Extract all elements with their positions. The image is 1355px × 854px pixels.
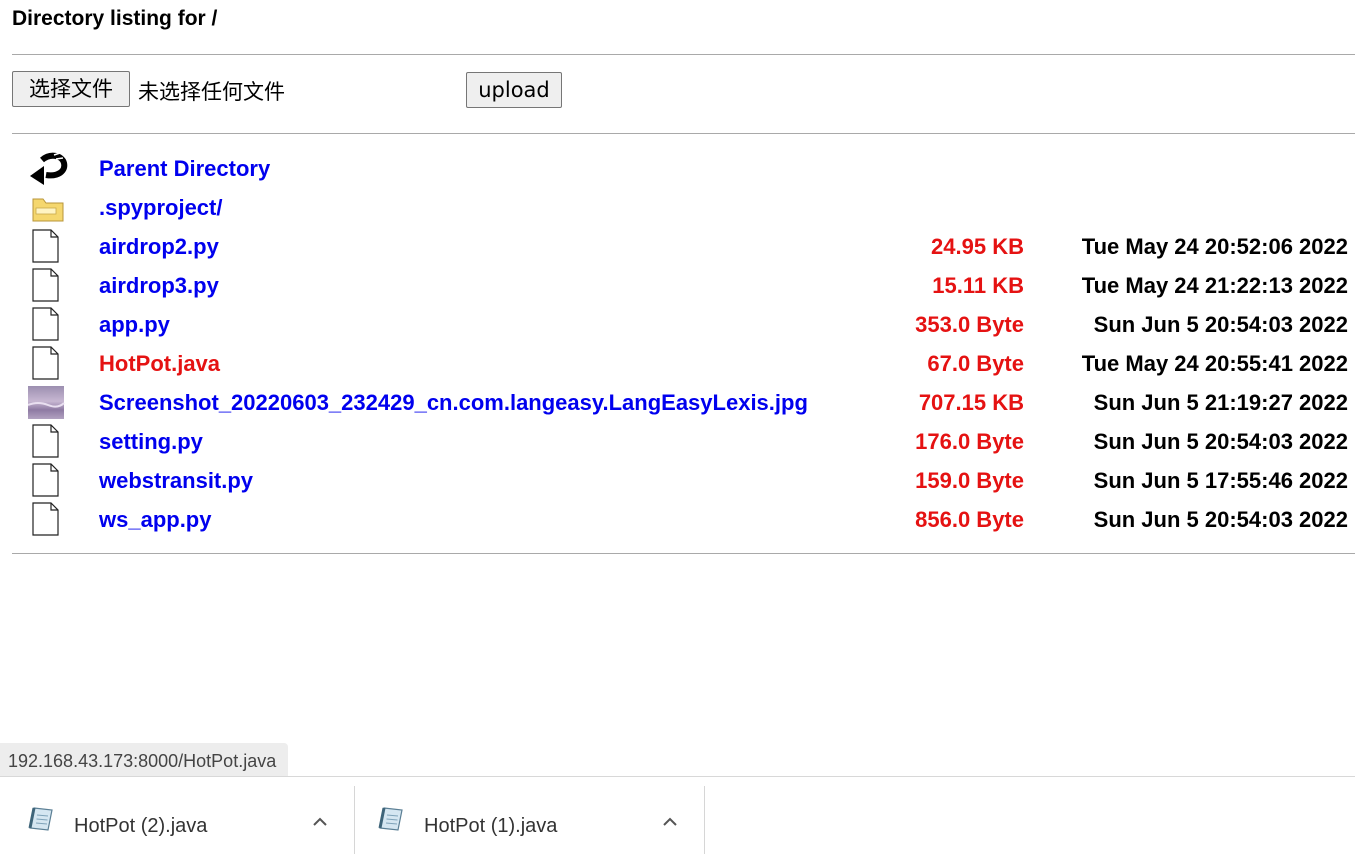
chevron-up-icon[interactable]: [656, 810, 684, 834]
list-item-file: ws_app.py 856.0 Byte Sun Jun 5 20:54:03 …: [12, 500, 1355, 539]
file-icon[interactable]: [28, 346, 68, 380]
download-item[interactable]: HotPot (2).java: [0, 786, 349, 852]
file-size: 176.0 Byte: [915, 429, 1024, 454]
file-icon[interactable]: [28, 229, 68, 263]
file-date: Tue May 24 21:22:13 2022: [1081, 273, 1348, 298]
file-icon[interactable]: [28, 463, 68, 497]
back-arrow-icon[interactable]: [28, 151, 68, 185]
file-size: 856.0 Byte: [915, 507, 1024, 532]
file-date: Sun Jun 5 17:55:46 2022: [1093, 468, 1348, 493]
file-icon[interactable]: [28, 424, 68, 458]
list-item-file: airdrop3.py 15.11 KB Tue May 24 21:22:13…: [12, 266, 1355, 305]
list-item-file: setting.py 176.0 Byte Sun Jun 5 20:54:03…: [12, 422, 1355, 461]
file-date: Tue May 24 20:55:41 2022: [1081, 351, 1348, 376]
file-icon[interactable]: [28, 268, 68, 302]
row-link[interactable]: Screenshot_20220603_232429_cn.com.langea…: [99, 390, 808, 416]
row-link[interactable]: app.py: [99, 312, 170, 338]
file-size: 707.15 KB: [918, 390, 1024, 415]
row-link[interactable]: .spyproject/: [99, 195, 222, 221]
file-date: Sun Jun 5 21:19:27 2022: [1093, 390, 1348, 415]
download-filename: HotPot (2).java: [74, 815, 208, 837]
row-link[interactable]: Parent Directory: [99, 156, 270, 182]
bottom-divider: [12, 553, 1355, 554]
row-link[interactable]: ws_app.py: [99, 507, 211, 533]
file-size: 159.0 Byte: [915, 468, 1024, 493]
list-item-file: HotPot.java 67.0 Byte Tue May 24 20:55:4…: [12, 344, 1355, 383]
download-item[interactable]: HotPot (1).java: [350, 786, 699, 852]
java-file-icon: [28, 807, 53, 831]
status-bar-url: 192.168.43.173:8000/HotPot.java: [0, 743, 289, 776]
list-item-parent-directory: Parent Directory: [12, 149, 1355, 188]
chevron-up-icon[interactable]: [306, 810, 334, 834]
list-item-image: Screenshot_20220603_232429_cn.com.langea…: [12, 383, 1355, 422]
page-title: Directory listing for /: [12, 7, 218, 30]
list-item-file: app.py 353.0 Byte Sun Jun 5 20:54:03 202…: [12, 305, 1355, 344]
row-link[interactable]: airdrop3.py: [99, 273, 219, 299]
folder-icon[interactable]: [28, 190, 68, 224]
upload-button[interactable]: upload: [466, 72, 562, 108]
file-date: Sun Jun 5 20:54:03 2022: [1093, 312, 1348, 337]
top-divider: [12, 54, 1355, 55]
file-icon[interactable]: [28, 502, 68, 536]
download-divider: [704, 786, 705, 854]
file-date: Sun Jun 5 20:54:03 2022: [1093, 429, 1348, 454]
download-filename: HotPot (1).java: [424, 815, 558, 837]
file-icon[interactable]: [28, 307, 68, 341]
file-date: Sun Jun 5 20:54:03 2022: [1093, 507, 1348, 532]
row-link[interactable]: webstransit.py: [99, 468, 253, 494]
image-thumbnail-icon[interactable]: [28, 385, 68, 419]
download-shelf: HotPot (2).java HotPot (1).java: [0, 776, 1355, 854]
file-date: Tue May 24 20:52:06 2022: [1081, 234, 1348, 259]
row-link[interactable]: setting.py: [99, 429, 203, 455]
file-size: 15.11 KB: [932, 273, 1024, 298]
file-size: 24.95 KB: [931, 234, 1024, 259]
form-divider: [12, 133, 1355, 134]
file-size: 353.0 Byte: [915, 312, 1024, 337]
row-link[interactable]: airdrop2.py: [99, 234, 219, 260]
list-item-folder: .spyproject/: [12, 188, 1355, 227]
file-size: 67.0 Byte: [927, 351, 1024, 376]
no-file-selected-text: 未选择任何文件: [138, 80, 285, 104]
list-item-file: webstransit.py 159.0 Byte Sun Jun 5 17:5…: [12, 461, 1355, 500]
choose-file-button[interactable]: 选择文件: [12, 71, 130, 107]
row-link-visited[interactable]: HotPot.java: [99, 351, 220, 377]
list-item-file: airdrop2.py 24.95 KB Tue May 24 20:52:06…: [12, 227, 1355, 266]
java-file-icon: [378, 807, 403, 831]
